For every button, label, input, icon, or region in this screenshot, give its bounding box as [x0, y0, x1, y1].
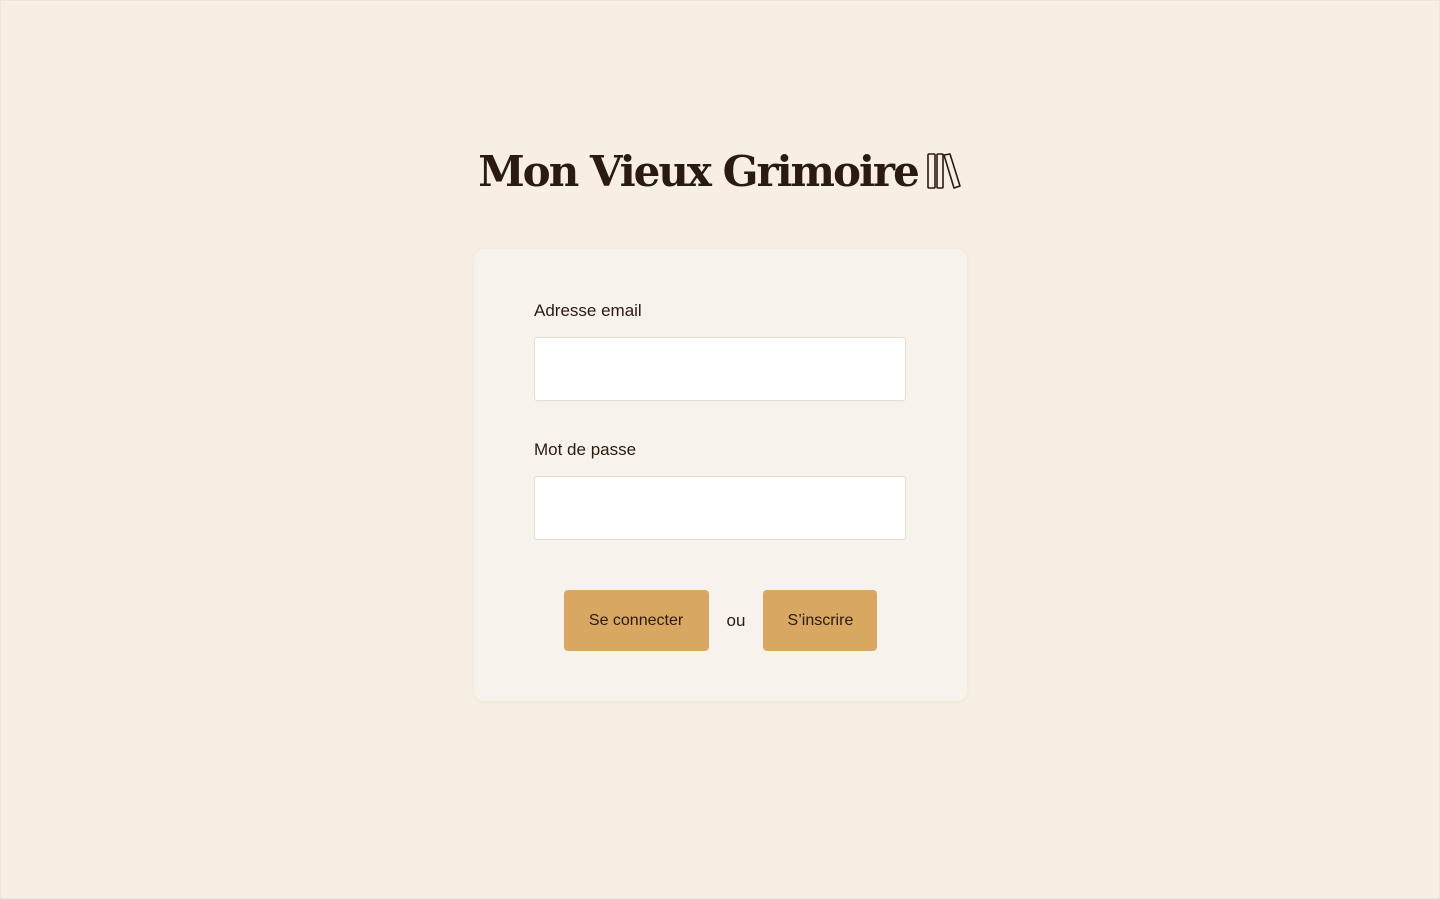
password-input[interactable] [534, 476, 906, 540]
books-icon [926, 153, 961, 189]
email-input[interactable] [534, 337, 906, 401]
password-label: Mot de passe [534, 440, 637, 459]
form-actions: Se connecter ou S’inscrire [474, 590, 967, 651]
signup-button[interactable]: S’inscrire [763, 590, 878, 651]
login-button[interactable]: Se connecter [563, 590, 709, 651]
email-label: Adresse email [534, 301, 642, 320]
or-separator: ou [726, 610, 746, 630]
login-card: Adresse email Mot de passe Se connecter … [474, 249, 967, 701]
site-title: Mon Vieux Grimoire [478, 147, 920, 196]
site-logo: Mon Vieux Grimoire [0, 146, 1440, 198]
